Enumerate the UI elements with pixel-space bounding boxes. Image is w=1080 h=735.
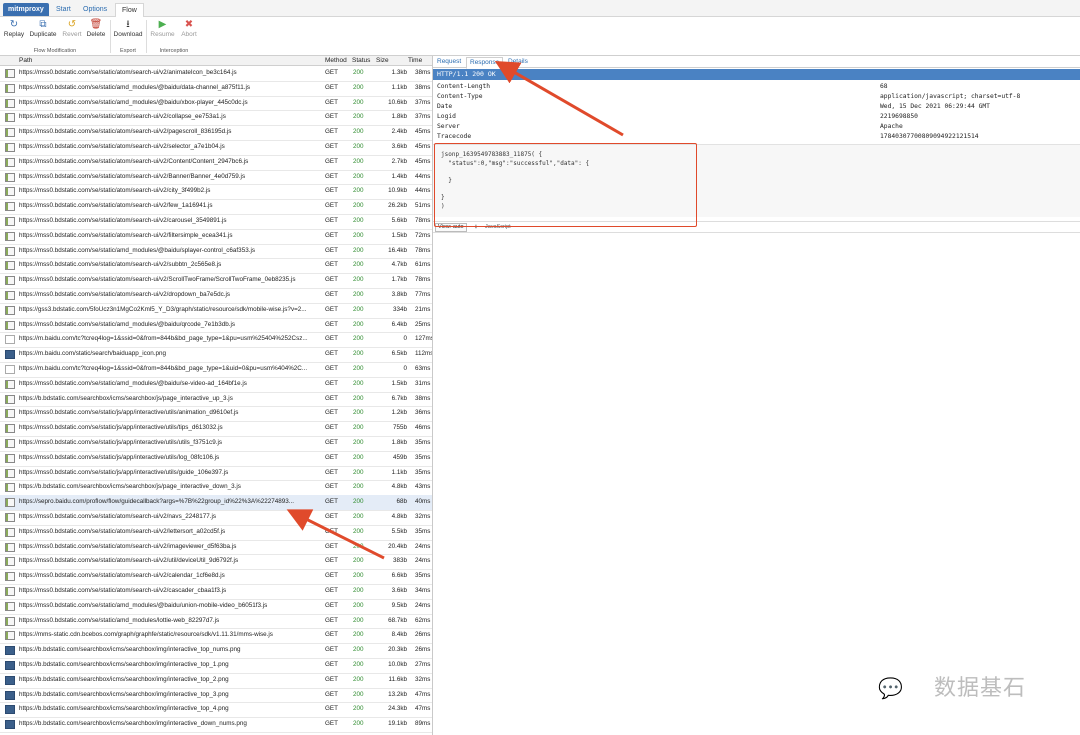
- arrow-to-selected-flow: [286, 509, 385, 560]
- watermark-text: 数据基石: [934, 675, 1027, 700]
- annotation-arrows: [286, 61, 624, 560]
- watermark: 💬 数据基石: [878, 672, 1048, 704]
- wechat-icon: 💬: [878, 678, 903, 700]
- arrow-to-response-tab: [494, 61, 624, 137]
